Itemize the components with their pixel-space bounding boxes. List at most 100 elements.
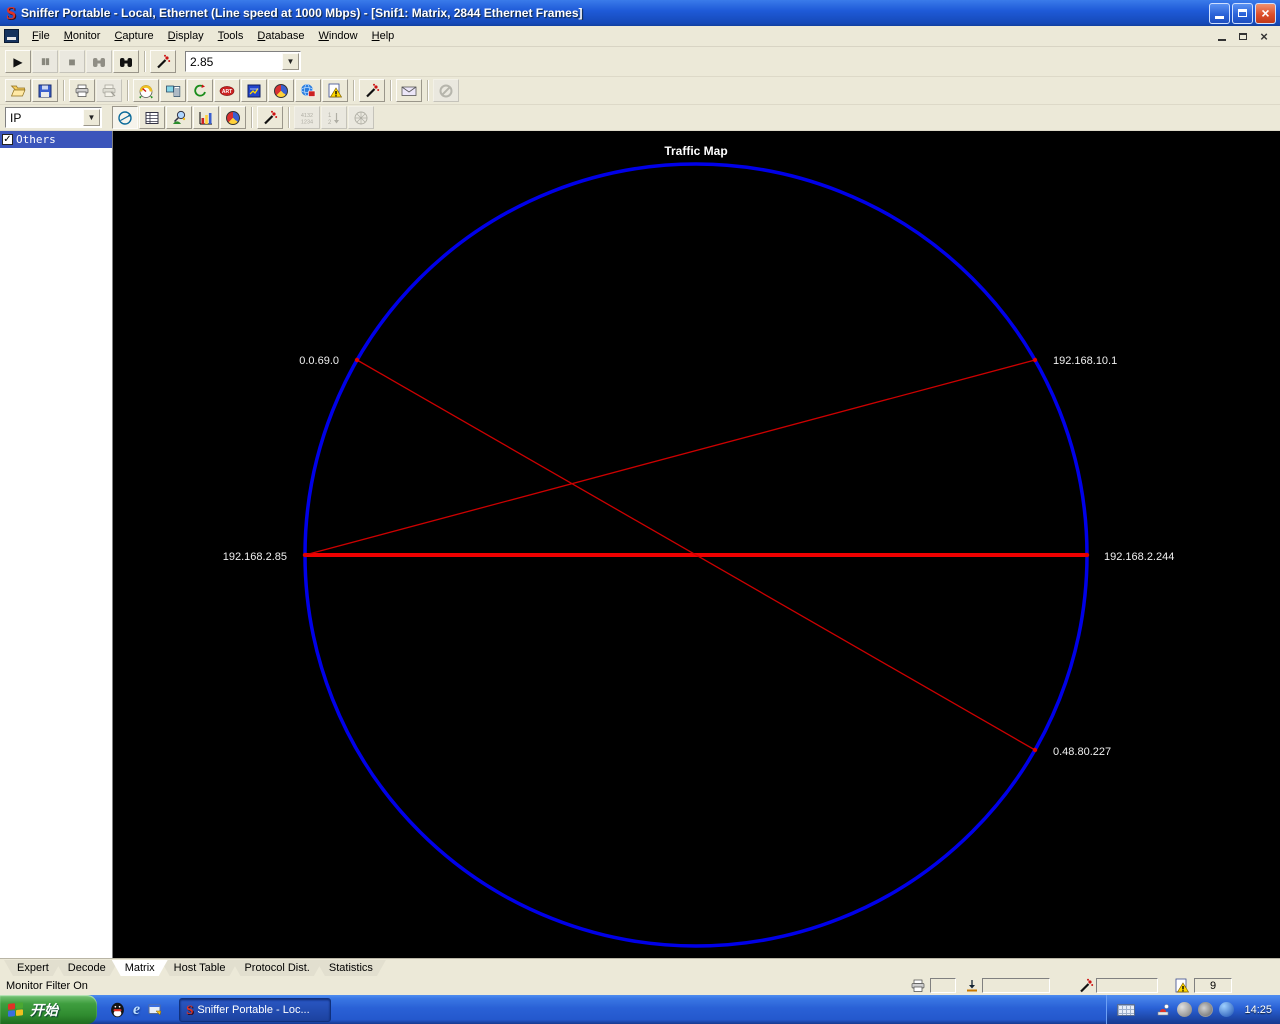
tab-matrix[interactable]: Matrix bbox=[112, 960, 168, 976]
taskbar-window-label: Sniffer Portable - Loc... bbox=[197, 1003, 310, 1016]
close-button[interactable]: × bbox=[1255, 2, 1276, 24]
cancel-button[interactable] bbox=[433, 79, 459, 102]
sort-button[interactable]: 12 bbox=[321, 106, 347, 129]
separator bbox=[63, 80, 65, 101]
stop-capture-button[interactable]: ■ bbox=[59, 50, 85, 73]
child-restore-button[interactable] bbox=[1235, 29, 1251, 43]
bar-chart-view-button[interactable] bbox=[193, 106, 219, 129]
top-n-view-button[interactable] bbox=[166, 106, 192, 129]
envelope-icon bbox=[401, 86, 417, 96]
menu-file[interactable]: File bbox=[25, 27, 57, 45]
taskbar-window-button[interactable]: S Sniffer Portable - Loc... bbox=[179, 997, 332, 1022]
define-filter-button-2[interactable] bbox=[359, 79, 385, 102]
tray-agent-icon[interactable] bbox=[1155, 1002, 1171, 1018]
traffic-map-view-button[interactable] bbox=[112, 106, 138, 129]
show-desktop-icon[interactable] bbox=[147, 1002, 163, 1018]
print-report-button[interactable] bbox=[96, 79, 122, 102]
tray-icon-2[interactable] bbox=[1198, 1002, 1214, 1017]
protocol-combobox[interactable]: IP ▼ bbox=[5, 107, 102, 128]
child-close-button[interactable]: × bbox=[1256, 29, 1272, 44]
filter-wand-icon bbox=[157, 54, 171, 68]
start-button[interactable]: 开始 bbox=[0, 995, 97, 1024]
capture-status-field bbox=[982, 978, 1050, 993]
globe-icon bbox=[300, 83, 316, 97]
stop-icon: ■ bbox=[68, 54, 76, 69]
history-samples-button[interactable] bbox=[241, 79, 267, 102]
tab-statistics[interactable]: Statistics bbox=[316, 960, 386, 976]
start-capture-button[interactable]: ▶ bbox=[5, 50, 31, 73]
status-bar: Monitor Filter On 9 bbox=[0, 976, 1280, 995]
detail-view-button[interactable] bbox=[139, 106, 165, 129]
print-button[interactable] bbox=[69, 79, 95, 102]
windows-flag-icon bbox=[8, 1001, 24, 1018]
magnifier-chart-icon bbox=[173, 110, 186, 124]
menu-monitor[interactable]: Monitor bbox=[57, 27, 108, 45]
main-toolbar: ART bbox=[0, 77, 1280, 105]
input-method-keyboard-icon[interactable] bbox=[1117, 1003, 1136, 1016]
binoculars-icon bbox=[120, 57, 132, 67]
save-button[interactable] bbox=[32, 79, 58, 102]
pause-capture-button[interactable]: ▮▮ bbox=[32, 50, 58, 73]
menu-database[interactable]: Database bbox=[250, 27, 311, 45]
svg-text:1: 1 bbox=[328, 113, 332, 119]
node-list-item-others[interactable]: ✓ Others bbox=[0, 131, 112, 148]
menu-window[interactable]: Window bbox=[311, 27, 364, 45]
restore-button[interactable] bbox=[1232, 2, 1253, 24]
menu-display[interactable]: Display bbox=[161, 27, 211, 45]
traffic-map-icon bbox=[118, 110, 132, 125]
separator bbox=[427, 80, 429, 101]
dropdown-arrow-icon[interactable]: ▼ bbox=[83, 109, 100, 126]
tab-host-table[interactable]: Host Table bbox=[161, 960, 239, 976]
dropdown-arrow-icon[interactable]: ▼ bbox=[282, 53, 299, 70]
ie-icon[interactable]: e bbox=[133, 1001, 140, 1019]
capture-gauge-combobox[interactable]: 2.85 ▼ bbox=[185, 51, 301, 72]
restore-icon bbox=[1238, 9, 1247, 17]
pie-chart-icon bbox=[226, 110, 240, 125]
define-filter-button-3[interactable] bbox=[257, 106, 283, 129]
mesh-view-button[interactable] bbox=[348, 106, 374, 129]
host-table-icon bbox=[166, 85, 181, 97]
alarm-log-button[interactable] bbox=[322, 79, 348, 102]
filter-status-field bbox=[1096, 978, 1158, 993]
svg-text:Traffic Map: Traffic Map bbox=[664, 144, 727, 158]
qq-icon[interactable] bbox=[109, 1001, 126, 1018]
matrix-button[interactable] bbox=[187, 79, 213, 102]
separator bbox=[353, 80, 355, 101]
host-table-button[interactable] bbox=[160, 79, 186, 102]
separator bbox=[144, 51, 146, 72]
svg-text:1234: 1234 bbox=[301, 119, 313, 125]
tray-network-globe-icon[interactable] bbox=[1219, 1002, 1235, 1017]
menu-help[interactable]: Help bbox=[365, 27, 402, 45]
resolve-addresses-button[interactable]: 4132 1234 bbox=[294, 106, 320, 129]
global-statistics-button[interactable] bbox=[295, 79, 321, 102]
minimize-button[interactable] bbox=[1209, 2, 1230, 24]
define-filter-button[interactable] bbox=[150, 50, 176, 73]
stop-display-button[interactable] bbox=[86, 50, 112, 73]
separator bbox=[127, 80, 129, 101]
capture-level-icon bbox=[967, 979, 977, 991]
menu-capture[interactable]: Capture bbox=[107, 27, 160, 45]
child-minimize-button[interactable] bbox=[1214, 29, 1230, 43]
printer-icon bbox=[75, 84, 89, 97]
tab-expert[interactable]: Expert bbox=[4, 960, 62, 976]
tab-protocol-dist[interactable]: Protocol Dist. bbox=[231, 960, 322, 976]
display-capture-button[interactable] bbox=[113, 50, 139, 73]
menu-tools[interactable]: Tools bbox=[211, 27, 251, 45]
tab-decode[interactable]: Decode bbox=[55, 960, 119, 976]
binoculars-icon bbox=[93, 57, 105, 67]
pie-chart-view-button[interactable] bbox=[220, 106, 246, 129]
art-button[interactable]: ART bbox=[214, 79, 240, 102]
capture-panel-button[interactable] bbox=[396, 79, 422, 102]
mdi-child-icon[interactable] bbox=[4, 29, 19, 43]
traffic-map-svg[interactable]: 0.0.69.0 192.168.10.1 192.168.2.85 192.168.… bbox=[113, 131, 1280, 958]
svg-text:192.168.2.85: 192.168.2.85 bbox=[223, 551, 287, 563]
node-list-panel: ✓ Others bbox=[0, 131, 113, 958]
traffic-map-canvas: 0.0.69.0 192.168.10.1 192.168.2.85 192.168.… bbox=[113, 131, 1280, 958]
tray-icon-1[interactable] bbox=[1177, 1002, 1193, 1017]
protocol-distribution-button[interactable] bbox=[268, 79, 294, 102]
art-icon: ART bbox=[219, 85, 235, 96]
dashboard-button[interactable] bbox=[133, 79, 159, 102]
open-button[interactable] bbox=[5, 79, 31, 102]
checkbox-checked-icon[interactable]: ✓ bbox=[2, 134, 13, 145]
menu-bar: File Monitor Capture Display Tools Datab… bbox=[0, 26, 1280, 47]
